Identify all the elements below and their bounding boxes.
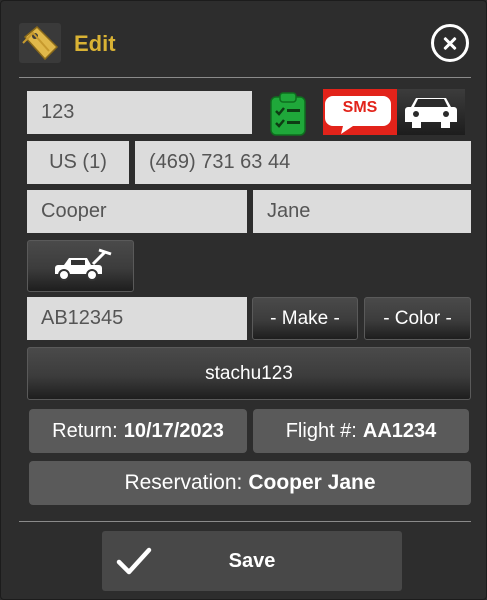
make-select[interactable]: - Make - [252, 297, 358, 340]
last-name-field[interactable]: Cooper [27, 190, 247, 233]
country-code-field[interactable]: US (1) [27, 141, 129, 184]
car-icon [405, 98, 457, 128]
save-button[interactable]: Save [102, 531, 402, 591]
car-button[interactable] [397, 89, 465, 135]
return-date-button[interactable]: Return: 10/17/2023 [29, 409, 247, 453]
phone-field[interactable]: (469) 731 63 44 [135, 141, 471, 184]
dialog-title: Edit [74, 31, 116, 56]
return-value: 10/17/2023 [123, 419, 224, 442]
flight-label: Flight #: [285, 419, 357, 442]
first-name-field[interactable]: Jane [253, 190, 471, 233]
reservation-button[interactable]: Reservation: Cooper Jane [29, 461, 471, 505]
flight-button[interactable]: Flight #: AA1234 [253, 409, 469, 453]
sms-button[interactable]: SMS [323, 89, 397, 135]
save-label: Save [228, 549, 276, 572]
dialog-header: Edit [1, 1, 487, 77]
tag-icon [19, 23, 61, 63]
footer-divider [19, 521, 471, 522]
vehicle-button[interactable] [27, 240, 134, 292]
sms-label: SMS [342, 99, 378, 116]
car-with-open-hood-icon [54, 248, 111, 281]
color-select[interactable]: - Color - [364, 297, 471, 340]
return-label: Return: [52, 419, 118, 442]
username-button[interactable]: stachu123 [27, 347, 471, 400]
close-icon[interactable] [431, 24, 469, 62]
plate-field[interactable]: AB12345 [27, 297, 247, 340]
reservation-label: Reservation: [124, 471, 243, 494]
code-field[interactable]: 123 [27, 91, 252, 134]
edit-dialog: Edit 123 SMS US (1) (469) 731 63 44 Coop… [0, 0, 487, 600]
flight-value: AA1234 [362, 419, 437, 442]
reservation-value: Cooper Jane [248, 471, 376, 494]
clipboard-checklist-icon[interactable] [269, 91, 307, 137]
header-divider [19, 77, 471, 78]
